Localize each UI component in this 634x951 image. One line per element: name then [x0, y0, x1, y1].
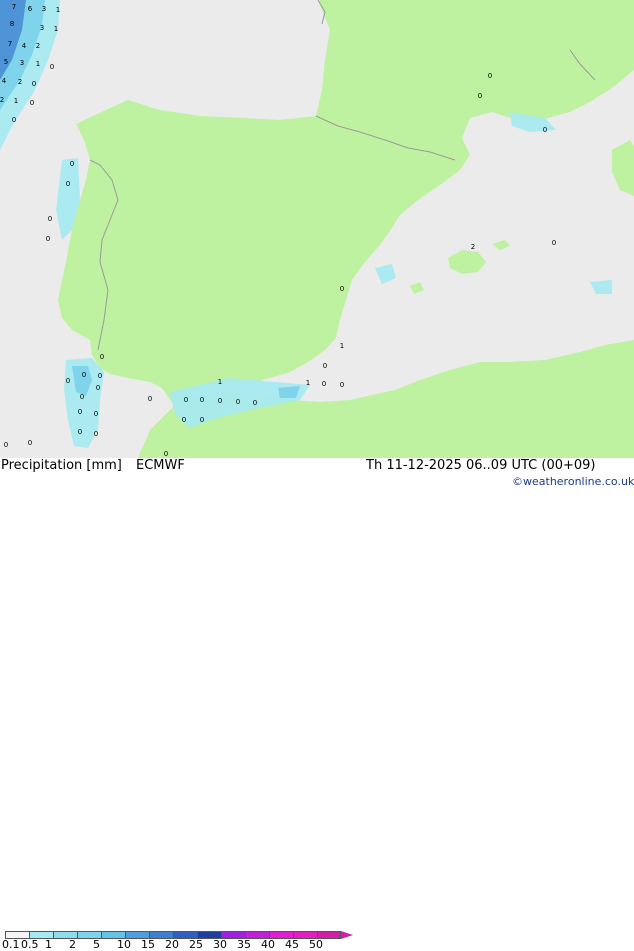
legend-tick-label: 1	[45, 938, 52, 951]
precip-value-label: 0	[543, 126, 547, 134]
precip-value-label: 5	[4, 58, 8, 66]
legend-swatch	[77, 931, 102, 939]
precip-value-label: 0	[322, 380, 326, 388]
model-name: ECMWF	[136, 458, 185, 473]
precip-value-label: 0	[94, 430, 98, 438]
precip-value-label: 2	[0, 96, 4, 104]
precip-value-label: 0	[94, 410, 98, 418]
precip-value-label: 0	[478, 92, 482, 100]
legend-tick-label: 5	[93, 938, 100, 951]
precip-value-label: 3	[40, 24, 44, 32]
precip-value-label: 2	[18, 78, 22, 86]
precip-value-label: 0	[148, 395, 152, 403]
precip-value-label: 8	[10, 20, 14, 28]
precip-value-label: 2	[36, 42, 40, 50]
legend-tick-label: 45	[285, 938, 299, 951]
precip-value-label: 1	[306, 379, 310, 387]
legend-tick-label: 35	[237, 938, 251, 951]
precip-value-label: 3	[20, 59, 24, 67]
legend-swatch	[149, 931, 174, 939]
precip-value-label: 7	[12, 3, 16, 11]
legend-tick-label: 2	[69, 938, 76, 951]
precip-value-label: 0	[552, 239, 556, 247]
credit-link[interactable]: ©weatheronline.co.uk	[512, 476, 634, 488]
precip-value-label: 0	[218, 397, 222, 405]
precip-value-label: 0	[200, 416, 204, 424]
precip-value-label: 0	[50, 63, 54, 71]
legend-swatch	[293, 931, 318, 939]
precipitation-map: 7 6 3 1 8 3 1 7 4 2 5 3 1 0 4 2 0 2 1 0 0 0 0 0 0 0 0 0 0 0 0 0 0 0 0 0 0 0 0 0…	[0, 0, 634, 458]
precip-value-label: 0	[323, 362, 327, 370]
legend-swatch	[317, 931, 341, 939]
legend-swatch	[269, 931, 294, 939]
precip-value-label: 0	[164, 450, 168, 458]
legend-tick-label: 30	[213, 938, 227, 951]
precip-value-label: 3	[42, 5, 46, 13]
legend-tick-label: 0.1	[2, 938, 20, 951]
forecast-datetime: Th 11-12-2025 06..09 UTC (00+09)	[366, 458, 596, 473]
legend-swatch	[221, 931, 246, 939]
legend-swatch	[125, 931, 150, 939]
precip-value-label: 2	[471, 243, 475, 251]
precip-value-label: 1	[36, 60, 40, 68]
precip-value-label: 0	[66, 377, 70, 385]
precip-value-label: 0	[78, 408, 82, 416]
legend-swatch	[53, 931, 78, 939]
precip-value-label: 1	[56, 6, 60, 14]
precip-value-label: 0	[236, 398, 240, 406]
precip-value-label: 0	[78, 428, 82, 436]
precip-value-label: 7	[8, 40, 12, 48]
legend-tick-label: 40	[261, 938, 275, 951]
legend-tick-label: 25	[189, 938, 203, 951]
precip-value-label: 0	[253, 399, 257, 407]
legend-swatch	[245, 931, 270, 939]
precip-value-label: 0	[80, 393, 84, 401]
precip-value-label: 0	[46, 235, 50, 243]
precip-value-label: 0	[340, 285, 344, 293]
precip-value-label: 0	[4, 441, 8, 449]
legend-tick-label: 10	[117, 938, 131, 951]
precip-value-label: 0	[30, 99, 34, 107]
legend-swatch	[101, 931, 126, 939]
precip-value-label: 0	[340, 381, 344, 389]
precip-value-label: 0	[48, 215, 52, 223]
legend-swatch	[197, 931, 222, 939]
precip-value-label: 4	[2, 77, 7, 85]
precip-value-label: 0	[28, 439, 32, 447]
precip-value-label: 0	[98, 372, 102, 380]
footer: Precipitation [mm] ECMWF Th 11-12-2025 0…	[0, 458, 634, 951]
precip-value-label: 1	[340, 342, 344, 350]
precip-value-label: 0	[200, 396, 204, 404]
legend-arrow	[341, 931, 353, 939]
legend-title: Precipitation [mm]	[1, 458, 122, 473]
precip-value-label: 4	[22, 42, 27, 50]
legend-swatch	[29, 931, 54, 939]
legend-tick-label: 20	[165, 938, 179, 951]
precip-value-label: 0	[12, 116, 16, 124]
legend-tick-label: 15	[141, 938, 155, 951]
precip-value-label: 0	[184, 396, 188, 404]
legend-swatch	[5, 931, 30, 939]
precip-value-label: 0	[70, 160, 74, 168]
precip-value-label: 0	[182, 416, 186, 424]
precip-value-label: 1	[14, 97, 18, 105]
precip-value-label: 6	[28, 5, 33, 13]
legend-tick-label: 50	[309, 938, 323, 951]
precip-value-label: 1	[218, 378, 222, 386]
precip-value-label: 0	[96, 384, 100, 392]
precip-value-label: 0	[66, 180, 70, 188]
precip-value-label: 0	[488, 72, 492, 80]
precip-value-label: 0	[100, 353, 104, 361]
precip-value-label: 0	[82, 371, 86, 379]
precip-value-label: 0	[32, 80, 36, 88]
legend-swatch	[173, 931, 198, 939]
legend-tick-label: 0.5	[21, 938, 39, 951]
precip-value-label: 1	[54, 25, 58, 33]
